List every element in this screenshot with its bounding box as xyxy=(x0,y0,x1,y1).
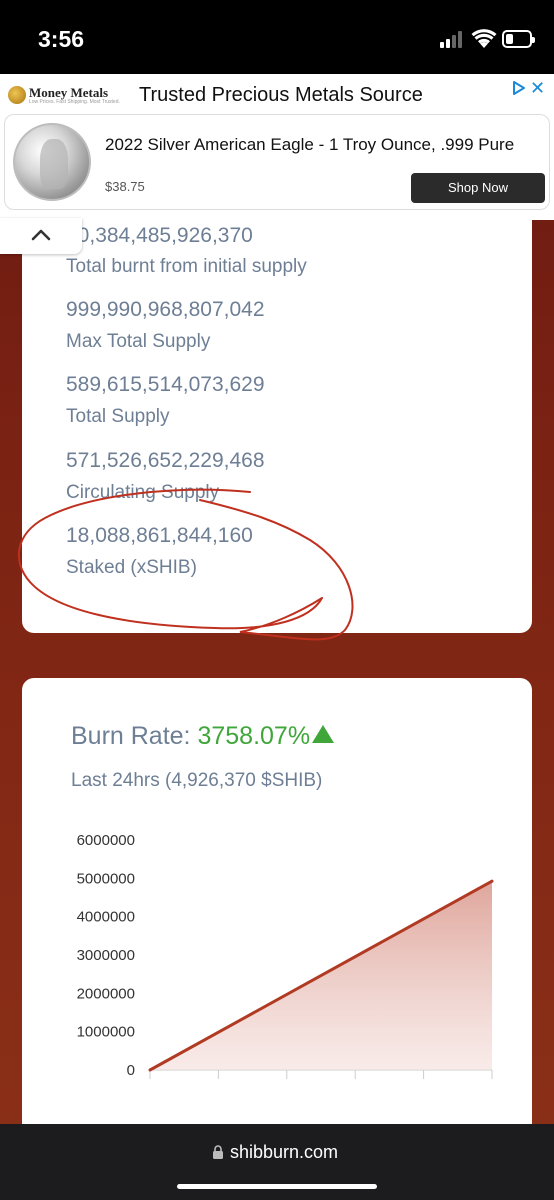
adchoices-icon[interactable] xyxy=(510,79,528,97)
ad-product-title[interactable]: 2022 Silver American Eagle - 1 Troy Ounc… xyxy=(105,135,514,155)
status-bar: 3:56 xyxy=(0,0,554,74)
stat-value-circulating-supply: 571,526,652,229,468 xyxy=(66,449,265,472)
lock-icon xyxy=(213,1145,223,1159)
ad-product-card[interactable]: 2022 Silver American Eagle - 1 Troy Ounc… xyxy=(4,114,550,210)
stat-value-max-supply: 999,990,968,807,042 xyxy=(66,298,265,321)
burn-rate-heading: Burn Rate: 3758.07% xyxy=(71,722,335,751)
burn-rate-title: Burn Rate: xyxy=(71,722,191,750)
ad-collapse-tab[interactable] xyxy=(0,218,82,254)
wifi-icon xyxy=(471,29,497,48)
ad-brand-tagline: Low Prices. Fast Shipping. Most Trusted. xyxy=(29,99,120,105)
burn-rate-chart: 6000000 5000000 4000000 3000000 2000000 10000… xyxy=(77,832,494,1079)
burn-data-point xyxy=(148,1068,152,1072)
shop-now-button[interactable]: Shop Now xyxy=(411,173,545,203)
coin-logo-icon xyxy=(8,86,26,104)
cellular-signal-icon xyxy=(440,30,466,48)
chevron-up-icon xyxy=(31,229,51,241)
trend-up-icon xyxy=(312,725,335,743)
y-tick-label: 0 xyxy=(127,1062,135,1079)
stat-value-total-burnt: 10,384,485,926,370 xyxy=(66,224,253,247)
stat-label-circulating-supply: Circulating Supply xyxy=(66,482,220,503)
stat-value-staked: 18,088,861,844,160 xyxy=(66,524,253,547)
y-tick-label: 3000000 xyxy=(77,947,135,964)
ad-headline[interactable]: Trusted Precious Metals Source xyxy=(139,84,423,107)
burn-data-point xyxy=(490,879,494,883)
y-tick-label: 6000000 xyxy=(77,832,135,849)
stat-value-total-supply: 589,615,514,073,629 xyxy=(66,373,265,396)
browser-url-bar[interactable]: shibburn.com xyxy=(0,1124,554,1200)
burn-rate-subtitle: Last 24hrs (4,926,370 $SHIB) xyxy=(71,770,323,791)
ad-brand-logo[interactable]: Money Metals Low Prices. Fast Shipping. … xyxy=(8,84,126,106)
stat-label-staked: Staked (xSHIB) xyxy=(66,557,197,578)
y-tick-label: 1000000 xyxy=(77,1024,135,1041)
ad-product-price: $38.75 xyxy=(105,179,145,194)
battery-icon xyxy=(502,30,535,48)
y-tick-label: 5000000 xyxy=(77,870,135,887)
silver-eagle-coin-image xyxy=(13,123,91,201)
supply-stats-card: 10,384,485,926,370 Total burnt from init… xyxy=(22,212,532,633)
ad-close-icon[interactable]: ✕ xyxy=(530,78,545,99)
stat-label-max-supply: Max Total Supply xyxy=(66,331,211,352)
y-tick-label: 2000000 xyxy=(77,985,135,1002)
home-indicator[interactable] xyxy=(177,1184,377,1189)
burn-rate-card: Burn Rate: 3758.07% Last 24hrs (4,926,37… xyxy=(22,678,532,1138)
y-tick-label: 4000000 xyxy=(77,909,135,926)
stat-label-total-supply: Total Supply xyxy=(66,406,170,427)
status-time: 3:56 xyxy=(38,26,85,52)
burn-rate-value: 3758.07% xyxy=(197,722,311,750)
url-text[interactable]: shibburn.com xyxy=(230,1142,338,1163)
stat-label-total-burnt: Total burnt from initial supply xyxy=(66,256,307,277)
